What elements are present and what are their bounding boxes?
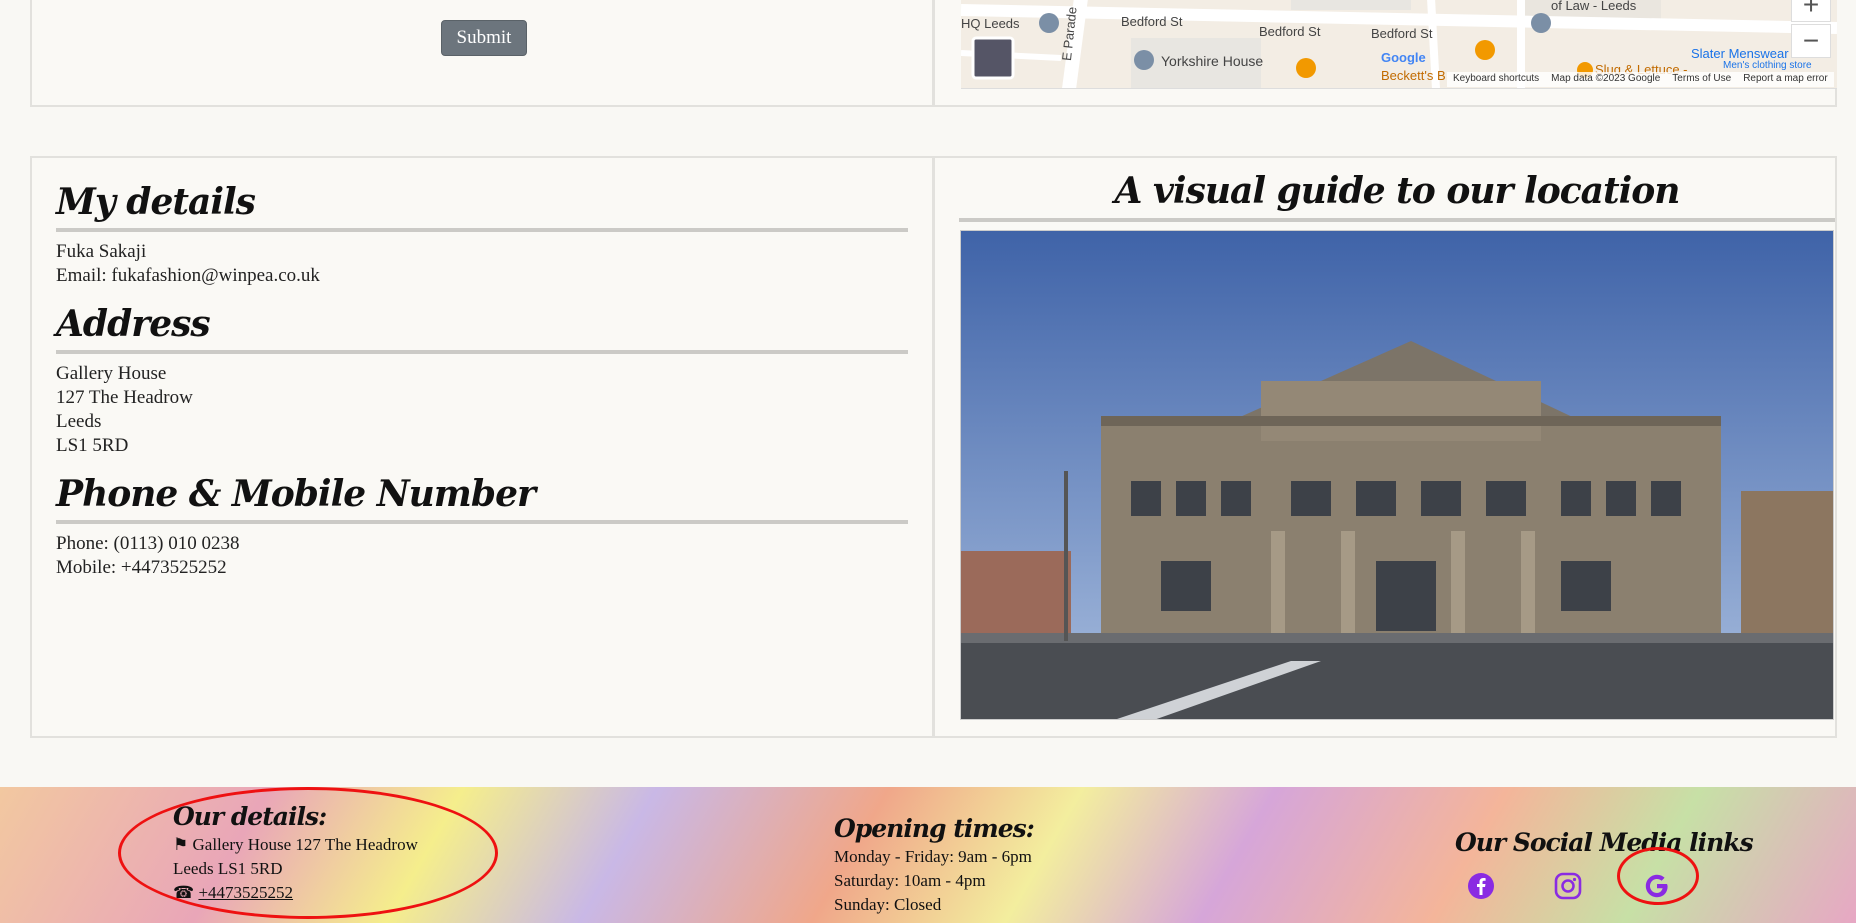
- annotation-circle: [1617, 847, 1699, 905]
- zoom-out-button[interactable]: −: [1791, 24, 1831, 58]
- map-place-label: Men's clothing store: [1723, 60, 1812, 71]
- divider: [959, 218, 1835, 222]
- location-photo: [960, 230, 1834, 720]
- address-heading: Address: [56, 303, 211, 345]
- map-street-label: Bedford St: [1121, 14, 1183, 29]
- footer-social: Our Social Media links: [1455, 827, 1754, 859]
- map-panel: HQ Leeds Bedford St Bedford St Bedford S…: [933, 0, 1837, 107]
- keyboard-shortcuts-link[interactable]: Keyboard shortcuts: [1453, 73, 1539, 86]
- opening-times-heading: Opening times:: [834, 814, 1035, 843]
- zoom-in-button[interactable]: +: [1791, 0, 1831, 22]
- map-place-label: Beckett's B: [1381, 68, 1446, 83]
- opening-hours-line: Saturday: 10am - 4pm: [834, 871, 986, 890]
- map-place-label: Yorkshire House: [1161, 53, 1264, 69]
- opening-hours-line: Monday - Friday: 9am - 6pm: [834, 847, 1032, 866]
- site-footer: Our details: ⚑ Gallery House 127 The Hea…: [0, 787, 1856, 923]
- map-attribution: Keyboard shortcuts Map data ©2023 Google…: [1447, 72, 1834, 87]
- google-map[interactable]: HQ Leeds Bedford St Bedford St Bedford S…: [961, 0, 1837, 89]
- phone-number: Phone: (0113) 010 0238: [56, 533, 240, 554]
- contact-name: Fuka Sakaji: [56, 241, 147, 262]
- map-place-label: Slater Menswear: [1691, 46, 1789, 61]
- map-street-label: Bedford St: [1371, 26, 1433, 41]
- annotation-circle: [118, 787, 498, 919]
- address-line: Leeds: [56, 411, 102, 432]
- terms-link[interactable]: Terms of Use: [1672, 73, 1731, 86]
- contact-email: Email: fukafashion@winpea.co.uk: [56, 265, 320, 286]
- divider: [56, 350, 908, 354]
- map-place-label: HQ Leeds: [961, 16, 1020, 31]
- map-data-label: Map data ©2023 Google: [1551, 73, 1661, 84]
- facebook-icon[interactable]: [1466, 871, 1496, 901]
- divider: [56, 520, 908, 524]
- map-place-label: of Law - Leeds: [1551, 0, 1637, 13]
- phone-heading: Phone & Mobile Number: [56, 473, 536, 515]
- social-links-heading: Our Social Media links: [1455, 828, 1754, 857]
- map-street-label: Bedford St: [1259, 24, 1321, 39]
- google-logo: Google: [1381, 50, 1426, 65]
- mobile-number: Mobile: +4473525252: [56, 557, 227, 578]
- visual-guide-heading: A visual guide to our location: [1114, 170, 1681, 212]
- instagram-icon[interactable]: [1553, 871, 1583, 901]
- opening-hours-line: Sunday: Closed: [834, 895, 942, 914]
- report-error-link[interactable]: Report a map error: [1743, 73, 1827, 86]
- my-details-panel: My details Fuka Sakaji Email: fukafashio…: [30, 156, 934, 738]
- my-details-heading: My details: [56, 181, 256, 223]
- visual-guide-panel: A visual guide to our location: [933, 156, 1837, 738]
- contact-form-panel: Submit: [30, 0, 934, 107]
- divider: [56, 228, 908, 232]
- address-line: 127 The Headrow: [56, 387, 193, 408]
- footer-hours: Opening times: Monday - Friday: 9am - 6p…: [834, 813, 1035, 917]
- submit-button[interactable]: Submit: [441, 20, 527, 56]
- address-line: Gallery House: [56, 363, 167, 384]
- address-line: LS1 5RD: [56, 435, 129, 456]
